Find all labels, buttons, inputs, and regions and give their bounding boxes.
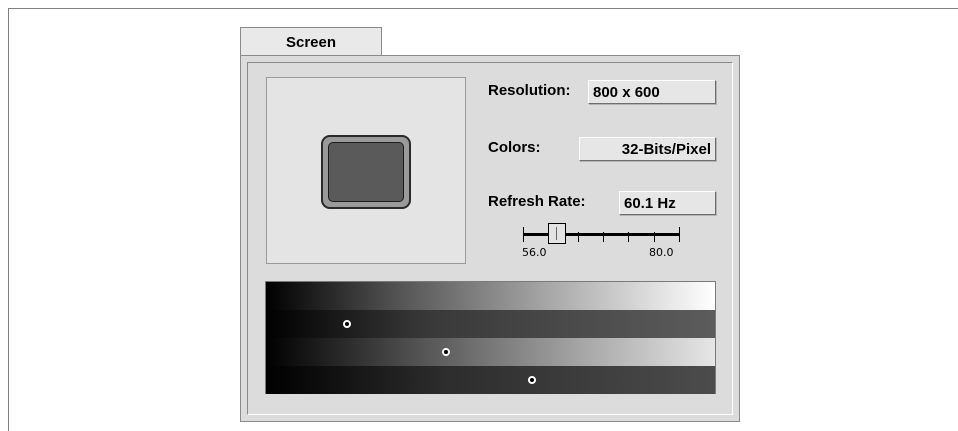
monitor-preview bbox=[266, 77, 466, 264]
slider-min-label: 56.0 bbox=[522, 246, 547, 259]
refresh-rate-label: Refresh Rate: bbox=[488, 193, 586, 210]
refresh-slider-thumb[interactable] bbox=[548, 223, 566, 244]
gradient-green-channel bbox=[266, 338, 715, 366]
window-frame-top bbox=[8, 8, 958, 9]
slider-tick bbox=[523, 227, 524, 242]
slider-tick bbox=[654, 232, 655, 242]
gamma-gradient-panel bbox=[265, 281, 716, 394]
refresh-rate-value: 60.1 Hz bbox=[624, 194, 676, 212]
slider-max-label: 80.0 bbox=[649, 246, 674, 259]
gradient-white bbox=[266, 282, 715, 310]
colors-select[interactable]: 32-Bits/Pixel bbox=[579, 137, 716, 161]
tab-screen-label: Screen bbox=[285, 33, 337, 51]
gradient-blue-channel bbox=[266, 366, 715, 394]
screen-panel: Resolution: 800 x 600 Colors: 32-Bits/Pi… bbox=[240, 55, 740, 422]
resolution-label: Resolution: bbox=[488, 82, 571, 99]
slider-tick bbox=[628, 232, 629, 242]
tab-screen[interactable]: Screen bbox=[240, 27, 382, 56]
colors-label: Colors: bbox=[488, 139, 541, 156]
colors-value: 32-Bits/Pixel bbox=[621, 140, 711, 158]
slider-tick bbox=[603, 232, 604, 242]
slider-tick bbox=[578, 232, 579, 242]
resolution-value: 800 x 600 bbox=[593, 83, 660, 101]
monitor-screen bbox=[328, 142, 404, 202]
refresh-slider-track[interactable] bbox=[523, 233, 680, 236]
gradient-red-channel bbox=[266, 310, 715, 338]
refresh-rate-select[interactable]: 60.1 Hz bbox=[619, 191, 716, 215]
window-frame-left bbox=[8, 8, 9, 431]
resolution-select[interactable]: 800 x 600 bbox=[588, 80, 716, 104]
monitor-icon bbox=[321, 135, 411, 209]
slider-tick bbox=[679, 227, 680, 242]
